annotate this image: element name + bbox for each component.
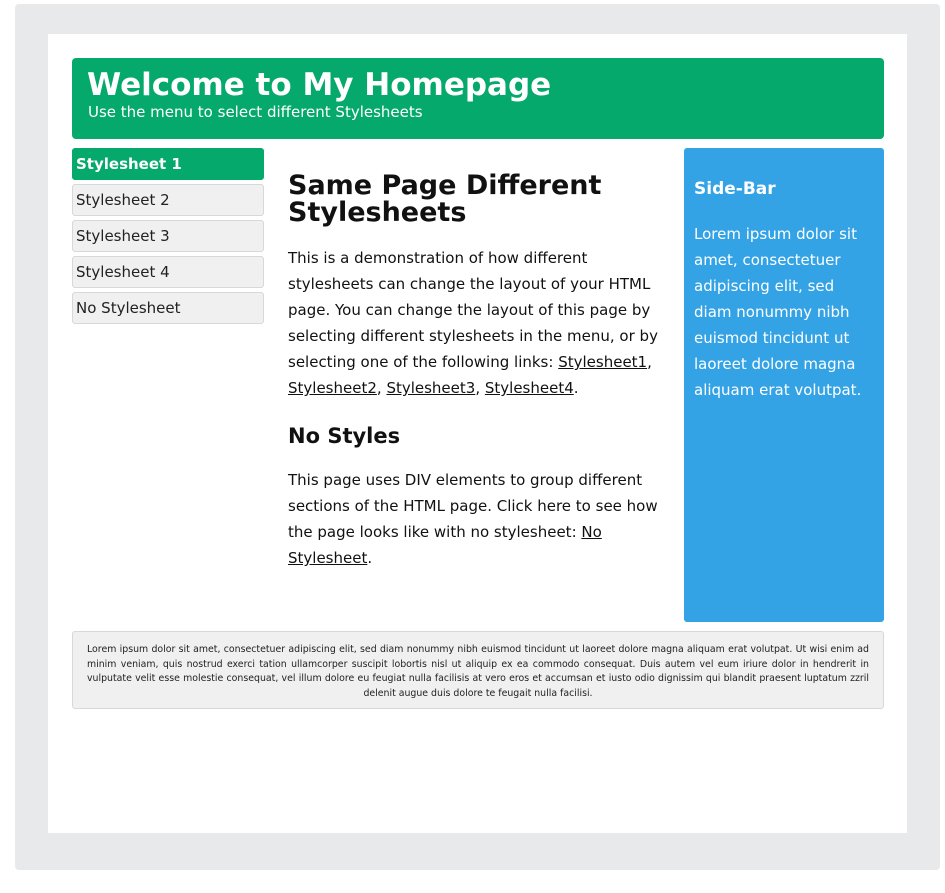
link-separator: , [376,379,387,397]
stylesheet-menu: Stylesheet 1 Stylesheet 2 Stylesheet 3 S… [72,148,264,328]
link-stylesheet-3[interactable]: Stylesheet3 [386,379,475,397]
sentence-end: . [367,549,373,567]
sidebar-text: Lorem ipsum dolor sit amet, consectetuer… [694,225,862,399]
menu-item-stylesheet-3[interactable]: Stylesheet 3 [72,220,264,252]
link-stylesheet-4[interactable]: Stylesheet4 [485,379,574,397]
menu-item-stylesheet-2[interactable]: Stylesheet 2 [72,184,264,216]
content-heading: Same Page Different Stylesheets [288,170,602,228]
page-footer: Lorem ipsum dolor sit amet, consectetuer… [72,631,884,709]
menu-item-stylesheet-1[interactable]: Stylesheet 1 [72,148,264,180]
main-content: Same Page Different Stylesheets This is … [288,172,666,571]
menu-item-stylesheet-4[interactable]: Stylesheet 4 [72,256,264,288]
div-text: This page uses DIV elements to group dif… [288,471,658,541]
page-title: Welcome to My Homepage [87,67,552,103]
link-separator: , [647,353,652,371]
page-subtitle: Use the menu to select different Stylesh… [88,103,423,121]
page-header: Welcome to My Homepage Use the menu to s… [72,58,884,139]
side-bar: Side-Bar Lorem ipsum dolor sit amet, con… [684,148,884,622]
intro-paragraph: This is a demonstration of how different… [288,245,666,401]
no-styles-heading: No Styles [288,424,401,448]
link-stylesheet-1[interactable]: Stylesheet1 [558,353,647,371]
sidebar-title: Side-Bar [694,179,776,199]
div-paragraph: This page uses DIV elements to group dif… [288,467,666,571]
link-stylesheet-2[interactable]: Stylesheet2 [288,379,377,397]
footer-text: Lorem ipsum dolor sit amet, consectetuer… [87,644,869,699]
menu-item-no-stylesheet[interactable]: No Stylesheet [72,292,264,324]
sentence-end: . [573,379,579,397]
link-separator: , [475,379,485,397]
